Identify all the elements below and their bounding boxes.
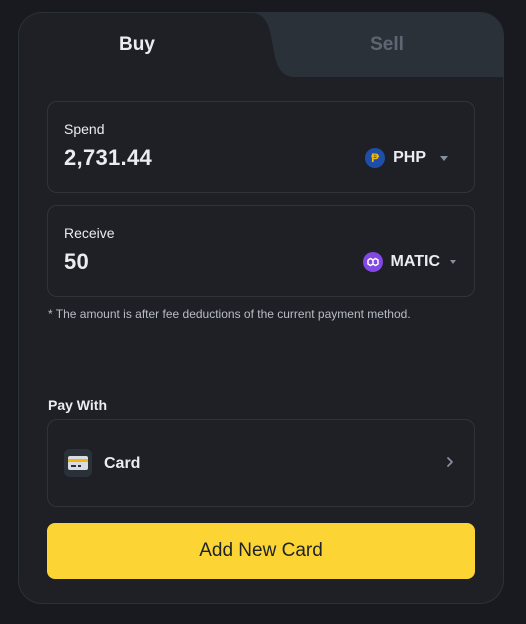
receive-currency-select[interactable]: MATIC bbox=[362, 252, 456, 272]
tab-buy[interactable] bbox=[19, 13, 504, 77]
add-new-card-button[interactable]: Add New Card bbox=[47, 523, 475, 579]
payment-method-card[interactable]: Card bbox=[47, 419, 475, 507]
spend-currency-code: PHP bbox=[393, 149, 426, 166]
tab-sell-label[interactable]: Sell bbox=[357, 34, 417, 56]
chevron-right-icon bbox=[447, 457, 453, 467]
fee-note: * The amount is after fee deductions of … bbox=[48, 307, 411, 321]
buy-sell-widget: Buy Sell Spend 2,731.44 ₱ PHP Receive 50… bbox=[18, 12, 504, 604]
credit-card-icon bbox=[64, 449, 92, 477]
caret-down-icon bbox=[440, 155, 448, 161]
spend-label: Spend bbox=[64, 121, 105, 137]
spend-box[interactable]: Spend 2,731.44 ₱ PHP bbox=[47, 101, 475, 193]
pay-with-label: Pay With bbox=[48, 397, 107, 413]
payment-method-label: Card bbox=[104, 455, 141, 472]
receive-label: Receive bbox=[64, 225, 115, 241]
caret-down-icon bbox=[450, 260, 456, 264]
tab-buy-label[interactable]: Buy bbox=[107, 34, 167, 56]
tab-bar: Buy Sell bbox=[19, 13, 504, 77]
spend-amount-input[interactable]: 2,731.44 bbox=[64, 145, 152, 171]
polygon-matic-icon bbox=[362, 252, 383, 272]
receive-amount-input[interactable]: 50 bbox=[64, 249, 89, 275]
receive-box[interactable]: Receive 50 MATIC bbox=[47, 205, 475, 297]
spend-currency-select[interactable]: ₱ PHP bbox=[365, 148, 448, 168]
peso-coin-icon: ₱ bbox=[365, 148, 386, 168]
receive-currency-code: MATIC bbox=[390, 253, 440, 270]
